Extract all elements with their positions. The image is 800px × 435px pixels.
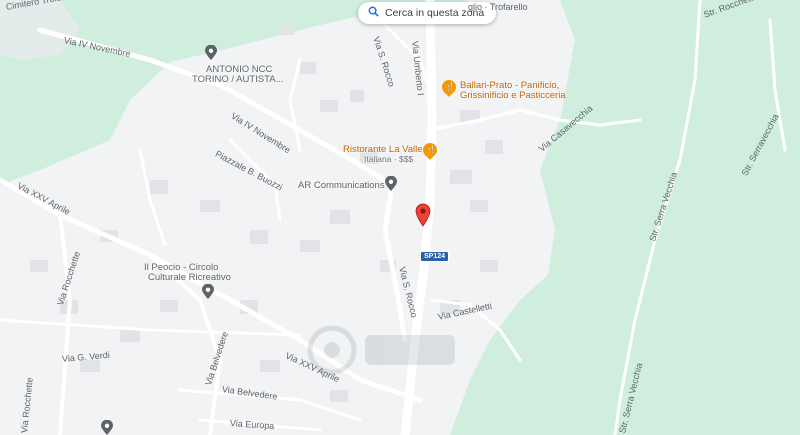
- road-shield-sp124: SP124: [420, 251, 450, 262]
- poi-ristorante-sub: Italiana · $$$: [364, 154, 414, 164]
- place-pin-icon: [202, 284, 214, 299]
- map[interactable]: Cerca in questa zona Cimitero Trofarello…: [0, 0, 800, 435]
- place-pin-icon[interactable]: [100, 420, 114, 435]
- label-trofarello-top: glio · Trofarello: [468, 2, 528, 12]
- poi-peocio-line2: Culturale Ricreativo: [148, 272, 231, 283]
- place-pin-icon: [205, 45, 217, 60]
- poi-ar-label: AR Communications: [298, 180, 385, 191]
- poi-ncc-line2: TORINO / AUTISTA...: [192, 74, 284, 85]
- map-base: [0, 0, 800, 435]
- poi-ballari-line2: Grissinificio e Pasticceria: [460, 90, 566, 101]
- location-pin-icon[interactable]: [415, 203, 431, 227]
- place-pin-icon: [385, 176, 397, 191]
- search-icon: [368, 6, 379, 20]
